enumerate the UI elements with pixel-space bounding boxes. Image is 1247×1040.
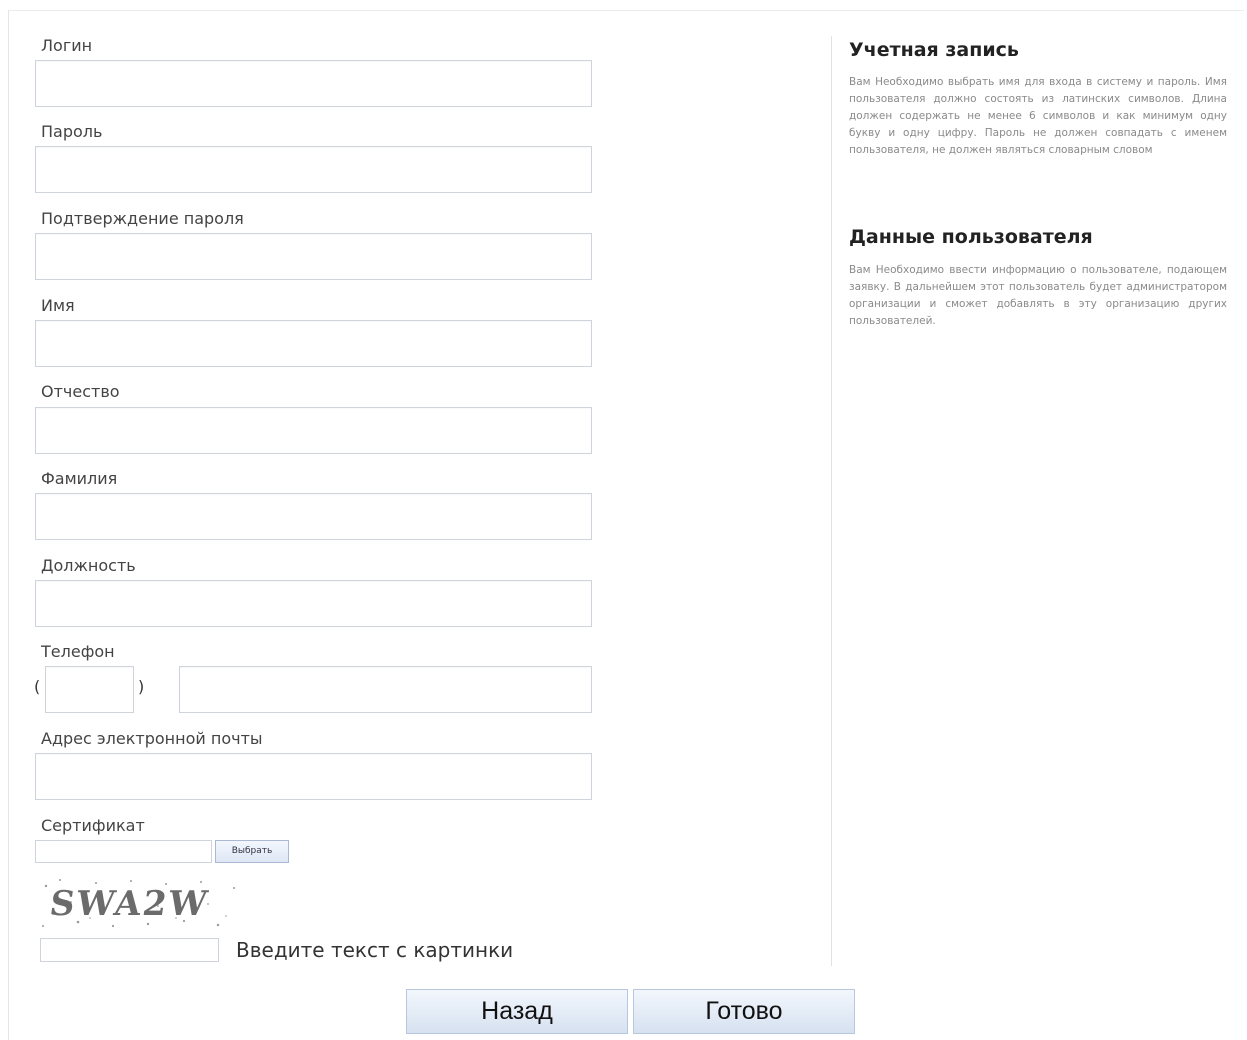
- phone-paren-close: ): [138, 677, 145, 696]
- user-data-section-title: Данные пользователя: [849, 226, 1093, 248]
- phone-paren-open: (: [34, 677, 41, 696]
- done-button[interactable]: Готово: [633, 989, 855, 1034]
- last-name-input[interactable]: [35, 493, 592, 540]
- user-data-section-text: Вам Необходимо ввести информацию о польз…: [849, 264, 1227, 327]
- first-name-label: Имя: [41, 296, 75, 315]
- captcha-input[interactable]: [40, 938, 219, 962]
- certificate-label: Сертификат: [41, 816, 145, 835]
- email-label: Адрес электронной почты: [41, 729, 263, 748]
- account-section-title: Учетная запись: [849, 39, 1019, 61]
- position-input[interactable]: [35, 580, 592, 627]
- captcha-image: SWA2W: [38, 874, 242, 932]
- middle-name-label: Отчество: [41, 382, 120, 401]
- choose-file-button[interactable]: Выбрать: [215, 840, 289, 863]
- login-input[interactable]: [35, 60, 592, 107]
- phone-label: Телефон: [41, 642, 115, 661]
- password-input[interactable]: [35, 146, 592, 193]
- password-label: Пароль: [41, 122, 103, 141]
- captcha-text: SWA2W: [47, 884, 212, 924]
- account-section-text: Вам Необходимо выбрать имя для входа в с…: [849, 76, 1227, 156]
- phone-number-input[interactable]: [179, 666, 592, 713]
- back-button[interactable]: Назад: [406, 989, 628, 1034]
- confirm-password-label: Подтверждение пароля: [41, 209, 244, 228]
- first-name-input[interactable]: [35, 320, 592, 367]
- captcha-hint: Введите текст с картинки: [236, 938, 514, 962]
- last-name-label: Фамилия: [41, 469, 118, 488]
- certificate-file-input[interactable]: [35, 840, 212, 863]
- middle-name-input[interactable]: [35, 407, 592, 454]
- position-label: Должность: [41, 556, 136, 575]
- login-label: Логин: [41, 36, 93, 55]
- phone-area-code-input[interactable]: [45, 666, 134, 713]
- confirm-password-input[interactable]: [35, 233, 592, 280]
- column-divider: [831, 36, 832, 966]
- email-input[interactable]: [35, 753, 592, 800]
